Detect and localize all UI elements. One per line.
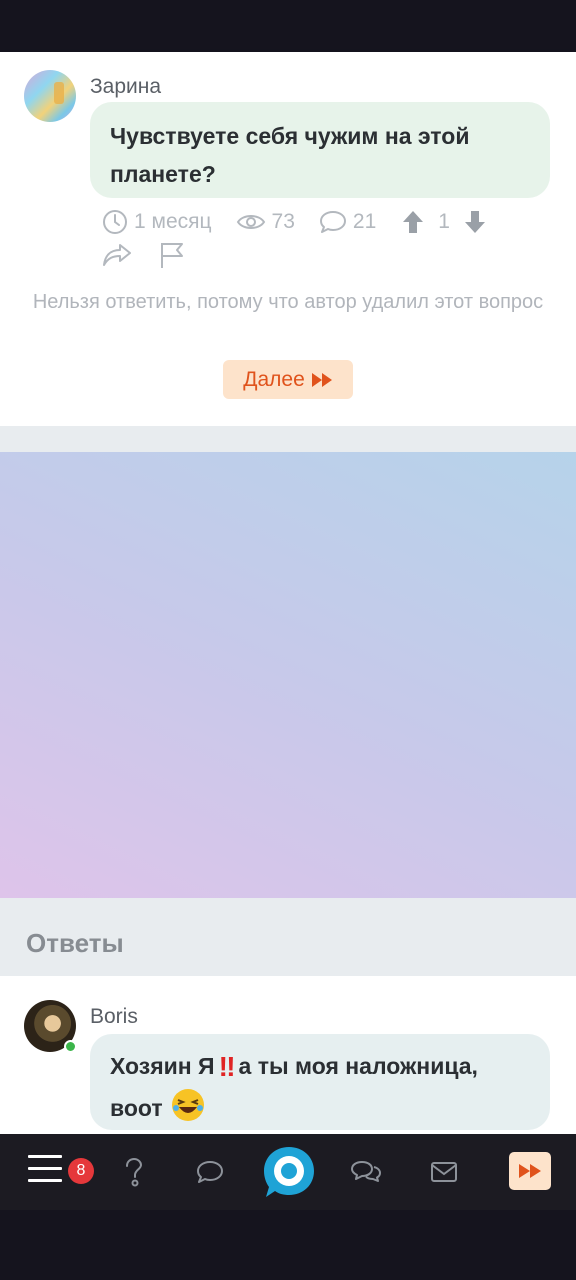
laughing-emoji-icon: [171, 1089, 204, 1121]
comments-count: 21: [352, 210, 377, 233]
mail-icon: [431, 1162, 457, 1182]
ad-banner[interactable]: [0, 452, 576, 898]
chat-nav[interactable]: [192, 1134, 228, 1210]
logo-icon: [264, 1147, 314, 1197]
chats-icon: [351, 1161, 381, 1182]
answers-heading: Ответы: [26, 928, 124, 958]
time-meta: 1 месяц: [102, 209, 212, 235]
mail-nav[interactable]: [426, 1134, 462, 1210]
chats-nav[interactable]: [348, 1134, 384, 1210]
flag-icon: [161, 243, 183, 268]
status-bar: [0, 0, 576, 52]
answer-bubble[interactable]: Хозяин Я ‼ а ты моя наложница, воот: [90, 1034, 550, 1130]
online-indicator: [64, 1040, 77, 1053]
answers-header: Ответы: [0, 898, 576, 976]
questions-nav[interactable]: [116, 1134, 152, 1210]
comment-icon: [319, 211, 346, 233]
question-icon: [126, 1157, 143, 1187]
eye-icon: [236, 215, 265, 229]
cannot-reply-notice: Нельзя ответить, потому что автор удалил…: [32, 291, 544, 313]
upvote-icon[interactable]: [400, 209, 426, 235]
more-button[interactable]: Далее: [223, 360, 353, 399]
system-nav-bar: [0, 1210, 576, 1280]
share-icon: [103, 244, 131, 266]
question-card: Зарина Чувствуете себя чужим на этой пла…: [0, 52, 576, 426]
views-count: 73: [271, 210, 295, 233]
answer-item: Boris Хозяин Я ‼ а ты моя наложница, воот: [0, 976, 576, 1134]
author-avatar[interactable]: [24, 70, 76, 122]
author-name[interactable]: Зарина: [90, 75, 161, 99]
actions-row: [102, 240, 212, 270]
share-button[interactable]: [102, 242, 132, 268]
home-logo-button[interactable]: [262, 1145, 316, 1199]
answer-author-name[interactable]: Boris: [90, 1005, 138, 1029]
clock-icon: [103, 210, 127, 234]
comments-meta[interactable]: 21: [319, 209, 376, 235]
more-label: Далее: [243, 367, 305, 391]
votes-count: 1: [438, 210, 450, 233]
section-gap: [0, 426, 576, 452]
answer-text-part1: Хозяин Я: [110, 1053, 215, 1079]
menu-icon[interactable]: [28, 1155, 62, 1185]
fast-forward-icon: [311, 372, 332, 387]
bottom-nav: 8: [0, 1134, 576, 1210]
time-label: 1 месяц: [134, 210, 212, 233]
question-text: Чувствуете себя чужим на этой планете?: [110, 123, 470, 187]
chat-icon: [197, 1161, 223, 1183]
votes-meta: 1: [400, 209, 494, 235]
views-meta: 73: [236, 210, 295, 234]
meta-row: 1 месяц 73 21 1: [102, 208, 518, 236]
downvote-icon[interactable]: [462, 209, 488, 235]
notifications-badge: 8: [68, 1158, 94, 1184]
fast-forward-icon: [519, 1164, 541, 1178]
question-bubble[interactable]: Чувствуете себя чужим на этой планете?: [90, 102, 550, 198]
next-button[interactable]: [509, 1152, 551, 1190]
double-exclamation-icon: ‼: [218, 1051, 236, 1082]
report-button[interactable]: [158, 241, 186, 269]
